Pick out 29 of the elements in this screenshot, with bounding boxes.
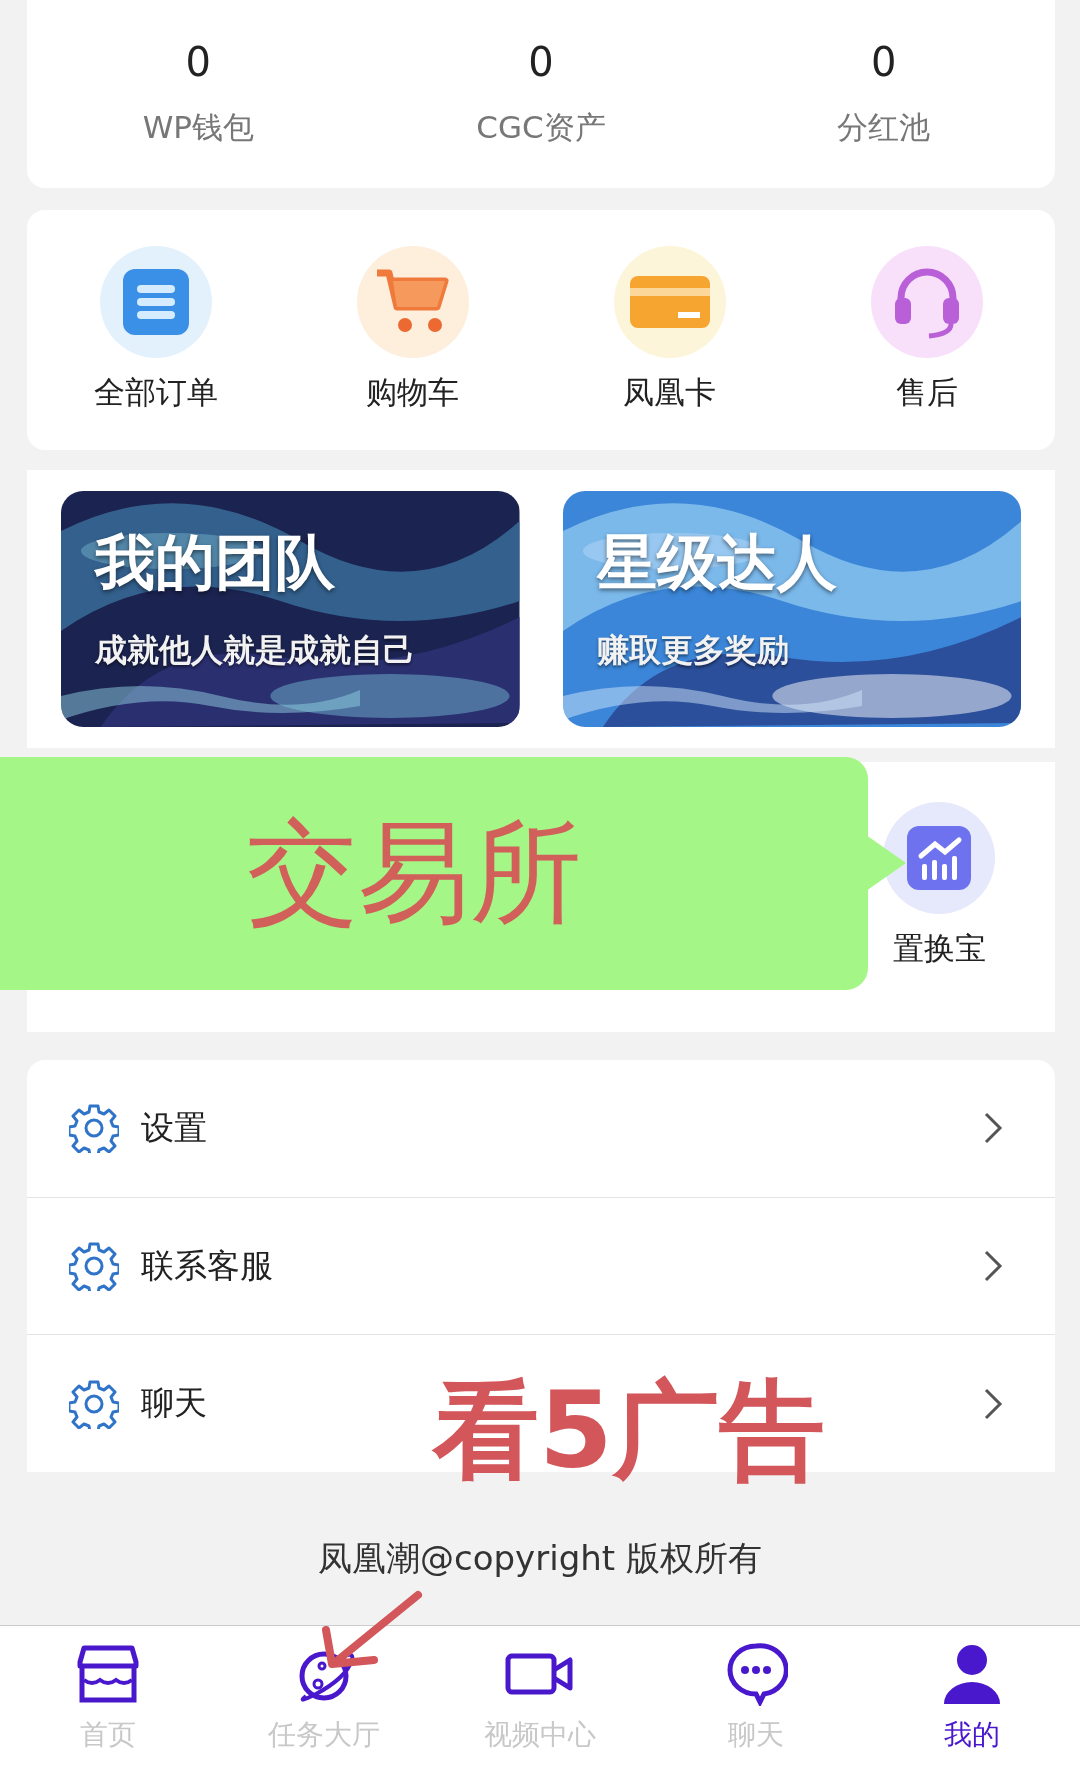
tool-label[interactable]: 置换宝 [892,928,986,970]
menu-item[interactable]: 设置 [141,1105,207,1151]
copyright-text: 凤凰潮@copyright 版权所有 [318,1536,762,1580]
chevron-right-icon [983,1111,1003,1146]
settings-icon [69,1241,119,1291]
menu-item[interactable]: 聊天 [141,1381,207,1427]
chevron-right-icon [983,1249,1003,1283]
stat-value: 0 [185,39,212,85]
settings-icon [69,1378,119,1429]
callout-text: 交易所 [246,806,582,939]
stat-label: 分红池 [837,108,931,147]
chevron-right-icon [983,1386,1003,1421]
banner-title: 我的团队 [95,526,335,599]
stat-value: 0 [870,39,897,85]
banner-card[interactable]: 我的团队 成就他人就是成就自己 [61,491,520,727]
banner-subtitle: 成就他人就是成就自己 [95,630,415,671]
shortcut-label[interactable]: 购物车 [366,372,459,414]
settings-icon [69,1103,119,1154]
stat-label: CGC资产 [476,108,606,147]
menu-item[interactable]: 联系客服 [141,1243,273,1289]
handwritten-note: 看5广告 [433,1368,825,1494]
banner-title: 星级达人 [596,526,837,599]
shortcut-label[interactable]: 售后 [895,372,958,414]
shortcut-label[interactable]: 全部订单 [93,372,218,414]
stat-label: WP钱包 [142,108,254,147]
shortcut-label[interactable]: 凤凰卡 [623,372,716,414]
stat-value: 0 [528,39,554,85]
banner-subtitle: 赚取更多奖励 [596,630,789,671]
nav-tab[interactable]: 我的 [864,1626,1080,1769]
